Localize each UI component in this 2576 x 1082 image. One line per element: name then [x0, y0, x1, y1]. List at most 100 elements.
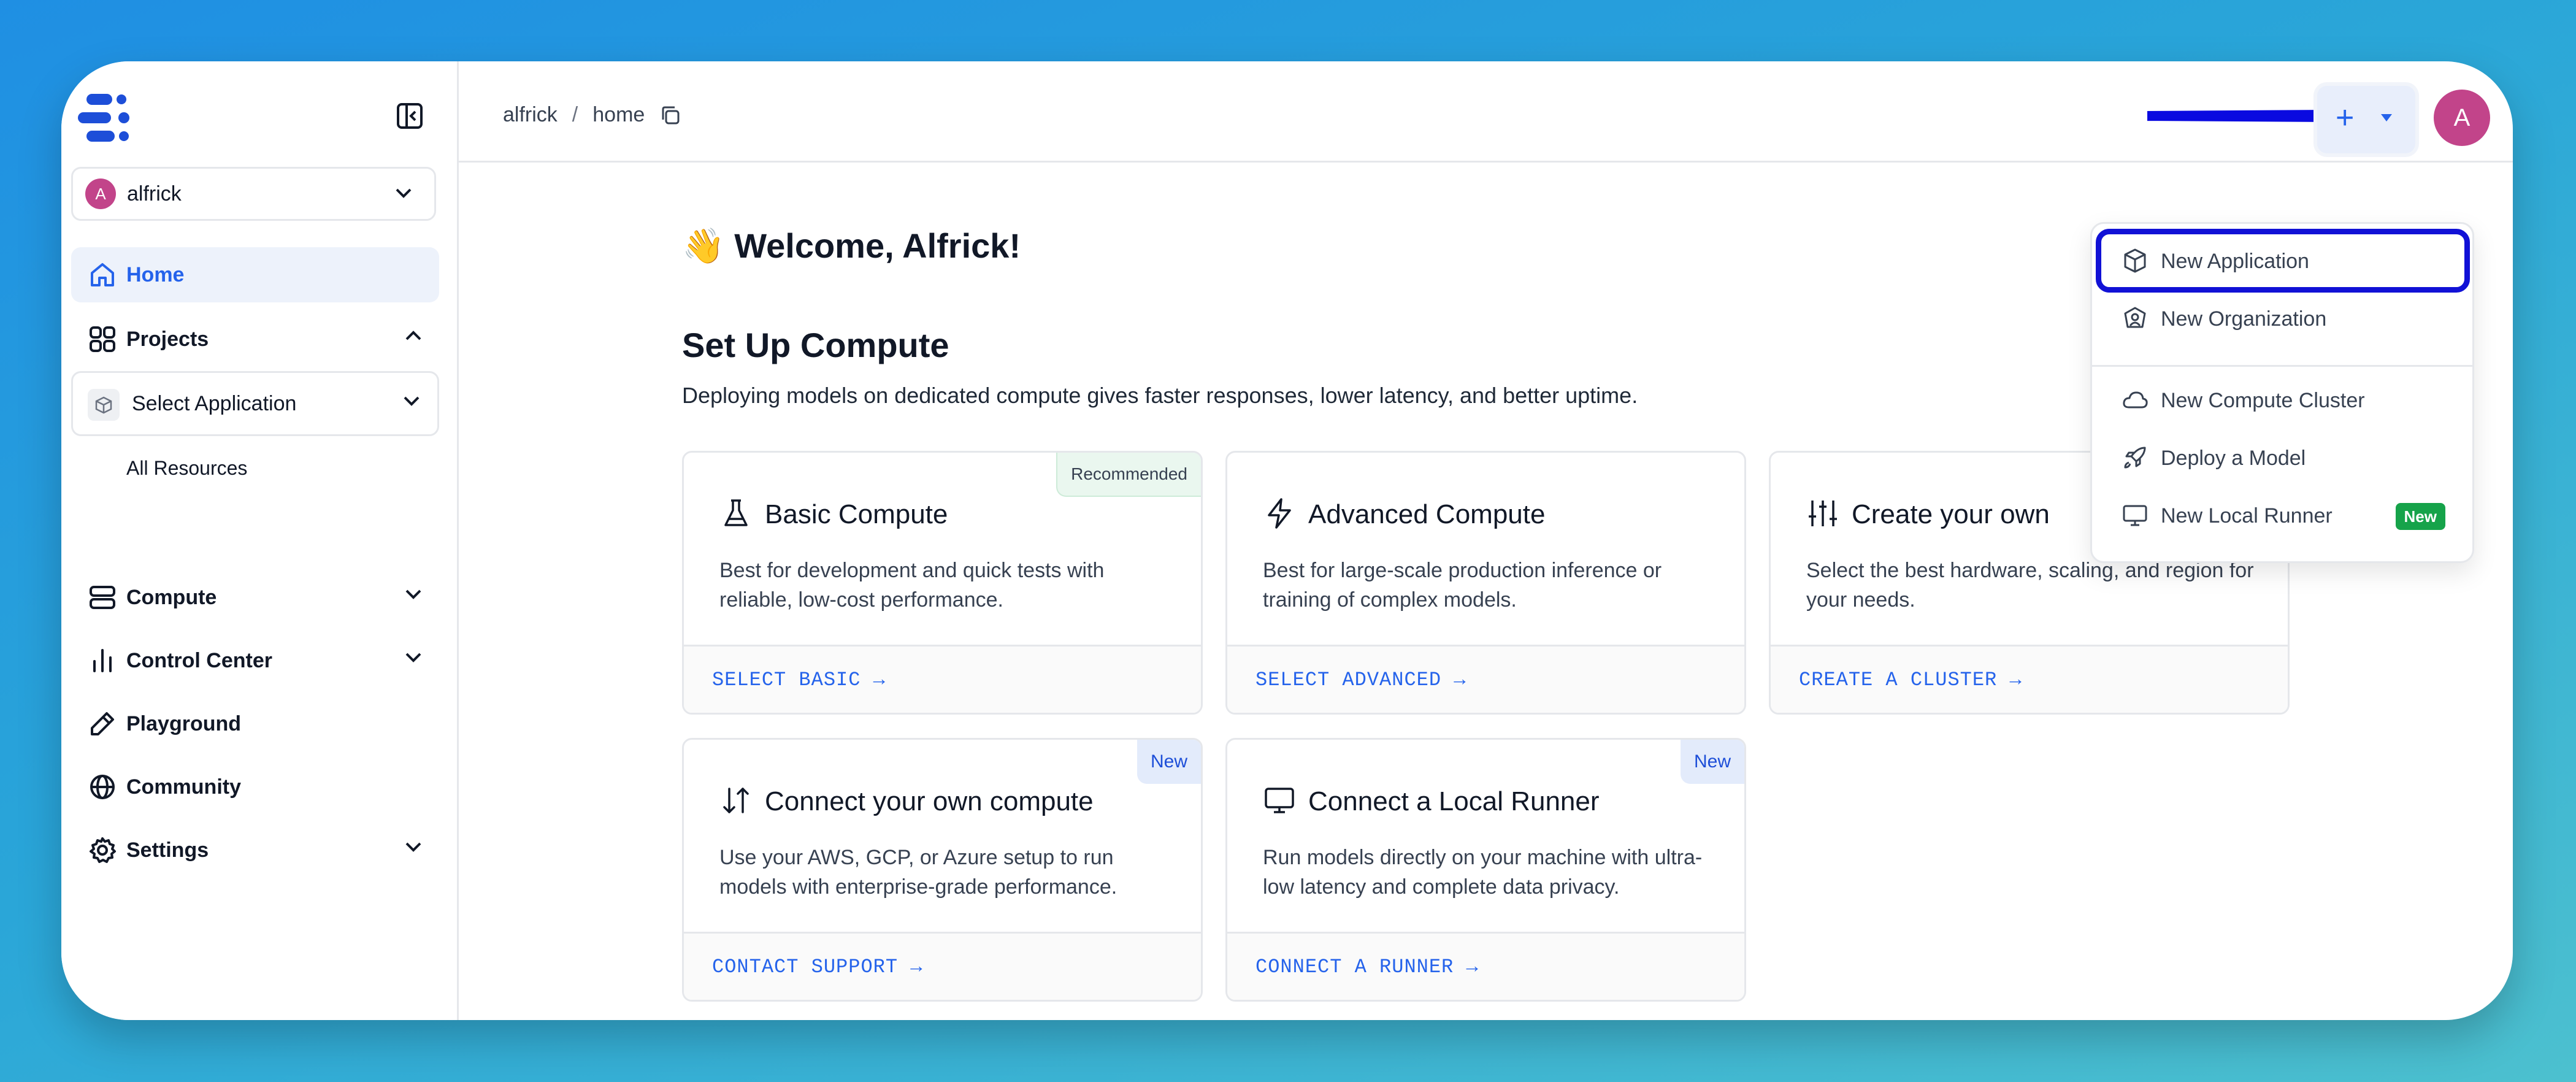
card-title: Create your own: [1852, 499, 2050, 529]
cloud-icon: [2123, 391, 2148, 409]
breadcrumb-org[interactable]: alfrick: [503, 103, 558, 127]
sidebar-item-control-center[interactable]: Control Center: [71, 633, 439, 688]
card-title: Advanced Compute: [1308, 499, 1546, 529]
card-action-label: SELECT BASIC: [712, 669, 861, 691]
organization-icon: [2124, 307, 2146, 328]
sidebar-item-all-resources[interactable]: All Resources: [126, 457, 247, 480]
menu-item-label: New Compute Cluster: [2161, 389, 2365, 412]
monitor-icon: [2123, 505, 2147, 526]
sidebar-item-label: Playground: [126, 712, 242, 735]
flask-icon: [724, 499, 748, 526]
card-footer: CONTACT SUPPORT →: [684, 932, 1201, 1000]
card-advanced-compute: Advanced Compute Best for large-scale pr…: [1225, 451, 1746, 715]
sidebar-item-playground[interactable]: Playground: [71, 696, 439, 751]
new-badge: New: [2395, 503, 2445, 530]
globe-icon: [90, 775, 115, 799]
sidebar-item-settings[interactable]: Settings: [71, 823, 439, 878]
sidebar-item-label: Control Center: [126, 649, 272, 672]
card-footer: CREATE A CLUSTER →: [1771, 645, 2288, 713]
copy-icon[interactable]: [659, 104, 681, 126]
card-description: Use your AWS, GCP, or Azure setup to run…: [719, 846, 1117, 899]
sidebar-item-label: Settings: [126, 838, 209, 862]
recommended-badge: Recommended: [1056, 453, 1201, 497]
lightning-icon: [1268, 498, 1291, 529]
setup-compute-description: Deploying models on dedicated compute gi…: [682, 383, 1638, 408]
chevron-down-icon: [405, 842, 421, 852]
chevron-down-icon: [405, 653, 421, 662]
clarifai-logo-icon[interactable]: [72, 91, 140, 145]
create-menu-dropdown: New Application New Organization New Com…: [2090, 222, 2474, 563]
sliders-icon: [1809, 501, 1837, 526]
card-description: Run models directly on your machine with…: [1263, 846, 1703, 899]
sidebar-collapse-icon[interactable]: [396, 102, 424, 130]
sidebar-item-home[interactable]: Home: [71, 247, 439, 302]
card-footer: SELECT BASIC →: [684, 645, 1201, 713]
chevron-up-icon: [405, 331, 421, 340]
menu-item-deploy-model[interactable]: Deploy a Model: [2092, 429, 2472, 487]
select-advanced-link[interactable]: SELECT ADVANCED →: [1255, 669, 1466, 691]
application-selector[interactable]: Select Application: [71, 371, 439, 436]
card-connect-local-runner: New Connect a Local Runner Run models di…: [1225, 738, 1746, 1002]
create-cluster-link[interactable]: CREATE A CLUSTER →: [1799, 669, 2022, 691]
menu-divider: [2092, 365, 2472, 367]
card-description: Best for large-scale production inferenc…: [1263, 559, 1662, 612]
card-description: Select the best hardware, scaling, and r…: [1806, 559, 2254, 612]
menu-item-new-application[interactable]: New Application: [2092, 232, 2472, 290]
breadcrumb: alfrick / home: [503, 103, 681, 127]
arrow-right-icon: →: [873, 669, 886, 691]
home-icon: [91, 263, 114, 286]
server-icon: [90, 586, 115, 609]
contact-support-link[interactable]: CONTACT SUPPORT →: [712, 956, 922, 978]
card-footer: CONNECT A RUNNER →: [1227, 932, 1744, 1000]
breadcrumb-separator: /: [572, 103, 578, 126]
caret-down-icon: [2381, 114, 2392, 121]
chevron-down-icon: [405, 589, 421, 599]
card-action-label: CREATE A CLUSTER: [1799, 669, 1998, 691]
sidebar-item-label: Community: [126, 775, 241, 799]
rocket-icon: [2124, 447, 2146, 469]
welcome-heading: 👋 Welcome, Alfrick!: [682, 226, 1021, 265]
create-new-button[interactable]: +: [2317, 86, 2415, 153]
menu-item-new-organization[interactable]: New Organization: [2092, 290, 2472, 348]
card-basic-compute: Recommended Basic Compute Best for devel…: [682, 451, 1203, 715]
menu-item-label: Deploy a Model: [2161, 447, 2306, 470]
bar-chart-icon: [93, 649, 112, 672]
org-name: alfrick: [127, 182, 182, 205]
sidebar-item-community[interactable]: Community: [71, 759, 439, 815]
organization-selector[interactable]: A alfrick: [71, 167, 436, 221]
card-connect-own-compute: New Connect your own compute Use your AW…: [682, 738, 1203, 1002]
arrow-right-icon: →: [1466, 956, 1479, 978]
app-window: A alfrick Home Projects Select Applicati…: [61, 61, 2513, 1020]
sidebar-item-label: Projects: [126, 328, 209, 351]
sidebar-item-projects[interactable]: Projects: [71, 312, 439, 367]
sidebar-item-compute[interactable]: Compute: [71, 570, 439, 625]
menu-item-new-compute-cluster[interactable]: New Compute Cluster: [2092, 372, 2472, 429]
card-description: Best for development and quick tests wit…: [719, 559, 1105, 612]
card-action-label: SELECT ADVANCED: [1255, 669, 1442, 691]
monitor-icon: [1265, 788, 1294, 813]
sidebar-item-label: Home: [126, 263, 185, 286]
menu-item-new-local-runner[interactable]: New Local Runner New: [2092, 487, 2472, 545]
breadcrumb-page[interactable]: home: [592, 103, 645, 127]
sidebar: A alfrick Home Projects Select Applicati…: [61, 61, 459, 1020]
org-avatar: A: [85, 178, 116, 209]
arrow-right-icon: →: [910, 956, 923, 978]
card-title: Basic Compute: [765, 499, 948, 529]
chevron-down-icon: [396, 188, 412, 198]
sidebar-item-label: Compute: [126, 586, 217, 609]
select-basic-link[interactable]: SELECT BASIC →: [712, 669, 886, 691]
user-avatar[interactable]: A: [2434, 90, 2490, 146]
projects-icon: [90, 326, 115, 352]
arrow-right-icon: →: [1454, 669, 1466, 691]
new-badge: New: [1680, 740, 1744, 784]
menu-item-label: New Local Runner: [2161, 504, 2333, 528]
new-badge: New: [1137, 740, 1201, 784]
cube-icon: [88, 389, 120, 421]
select-application-label: Select Application: [132, 392, 297, 415]
menu-item-label: New Application: [2161, 250, 2309, 273]
card-action-label: CONTACT SUPPORT: [712, 956, 899, 978]
connect-runner-link[interactable]: CONNECT A RUNNER →: [1255, 956, 1479, 978]
card-footer: SELECT ADVANCED →: [1227, 645, 1744, 713]
menu-item-label: New Organization: [2161, 307, 2327, 331]
card-action-label: CONNECT A RUNNER: [1255, 956, 1454, 978]
